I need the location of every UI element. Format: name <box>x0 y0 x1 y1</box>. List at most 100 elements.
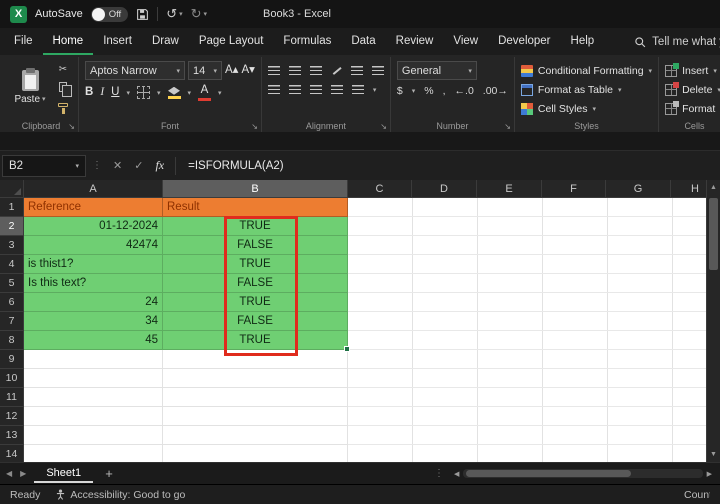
bold-button[interactable]: B <box>85 86 93 99</box>
row-header-8[interactable]: 8 <box>0 331 24 350</box>
alignment-dialog-launcher-icon[interactable]: ↘ <box>380 122 387 131</box>
cell-A3[interactable]: 42474 <box>24 236 163 255</box>
format-as-table-button[interactable]: Format as Table ▾ <box>520 80 652 99</box>
name-box[interactable]: B2 ▾ <box>2 154 86 177</box>
font-size-select[interactable]: 14 ▾ <box>188 61 222 80</box>
cell[interactable] <box>163 369 348 388</box>
format-cells-button[interactable]: Format ▾ <box>665 99 720 118</box>
clipboard-dialog-launcher-icon[interactable]: ↘ <box>68 122 75 131</box>
empty-cells[interactable] <box>348 312 720 331</box>
formula-bar-handle-icon[interactable]: ⋮ <box>88 160 106 171</box>
empty-cells[interactable] <box>348 331 720 350</box>
tab-file[interactable]: File <box>4 28 43 55</box>
cell[interactable] <box>163 388 348 407</box>
merge-center-icon[interactable] <box>351 85 364 94</box>
h-scroll-thumb[interactable] <box>466 470 632 477</box>
decrease-font-button[interactable]: A▾ <box>241 64 254 77</box>
sheet-tab-sheet1[interactable]: Sheet1 <box>34 464 94 483</box>
cell[interactable] <box>24 445 163 462</box>
cell-A7[interactable]: 34 <box>24 312 163 331</box>
cell-A4[interactable]: is thist1? <box>24 255 163 274</box>
cell-A8[interactable]: 45 <box>24 331 163 350</box>
wrap-text-icon[interactable] <box>330 85 343 94</box>
cell[interactable] <box>24 369 163 388</box>
column-header-a[interactable]: A <box>24 180 163 198</box>
conditional-formatting-button[interactable]: Conditional Formatting ▾ <box>520 61 652 80</box>
row-header-1[interactable]: 1 <box>0 198 24 217</box>
tab-formulas[interactable]: Formulas <box>273 28 341 55</box>
borders-icon[interactable] <box>136 86 150 100</box>
v-scroll-down-button[interactable]: ▼ <box>707 447 720 462</box>
tab-page-layout[interactable]: Page Layout <box>189 28 274 55</box>
number-format-select[interactable]: General ▾ <box>396 61 477 80</box>
column-header-e[interactable]: E <box>477 180 542 198</box>
row-header-4[interactable]: 4 <box>0 255 24 274</box>
column-header-b[interactable]: B <box>163 180 348 198</box>
column-header-g[interactable]: G <box>606 180 671 198</box>
cell-A2[interactable]: 01-12-2024 <box>24 217 163 236</box>
tab-insert[interactable]: Insert <box>93 28 142 55</box>
empty-cells[interactable] <box>348 198 720 217</box>
cell-A6[interactable]: 24 <box>24 293 163 312</box>
sheet-nav-right-button[interactable]: ▶ <box>20 469 26 478</box>
add-sheet-button[interactable]: + <box>101 466 117 481</box>
autosave-toggle[interactable]: Off <box>90 6 129 22</box>
column-header-d[interactable]: D <box>412 180 477 198</box>
insert-cells-button[interactable]: Insert ▾ <box>665 61 720 80</box>
accounting-format-button[interactable]: $ <box>397 85 403 97</box>
h-scroll-right-button[interactable]: ▶ <box>705 470 714 478</box>
format-painter-button[interactable] <box>54 97 72 114</box>
formula-input[interactable]: =ISFORMULA(A2) <box>182 160 720 172</box>
empty-cells[interactable] <box>348 236 720 255</box>
row-header-6[interactable]: 6 <box>0 293 24 312</box>
sheet-nav-left-button[interactable]: ◀ <box>6 469 12 478</box>
font-dialog-launcher-icon[interactable]: ↘ <box>251 122 258 131</box>
row-header-5[interactable]: 5 <box>0 274 24 293</box>
cell[interactable] <box>163 445 348 462</box>
empty-cells[interactable] <box>348 445 720 462</box>
cell-A1[interactable]: Reference <box>24 198 163 217</box>
empty-cells[interactable] <box>348 274 720 293</box>
tab-developer[interactable]: Developer <box>488 28 560 55</box>
redo-button[interactable]: ↻ ▾ <box>191 6 207 22</box>
empty-cells[interactable] <box>348 426 720 445</box>
tell-me-search[interactable]: Tell me what you want to do <box>634 28 720 55</box>
undo-button[interactable]: ↺ ▾ <box>166 6 182 22</box>
row-header-14[interactable]: 14 <box>0 445 24 462</box>
cell-B2[interactable]: TRUE <box>163 217 348 236</box>
empty-cells[interactable] <box>348 350 720 369</box>
cancel-button[interactable]: ✕ <box>108 159 127 172</box>
orientation-icon[interactable] <box>331 65 342 76</box>
insert-function-button[interactable]: fx <box>150 158 169 173</box>
comma-style-button[interactable]: , <box>443 85 446 97</box>
cell-B6[interactable]: TRUE <box>163 293 348 312</box>
row-header-7[interactable]: 7 <box>0 312 24 331</box>
underline-button[interactable]: U <box>111 86 119 99</box>
column-header-f[interactable]: F <box>542 180 606 198</box>
cell[interactable] <box>24 426 163 445</box>
decrease-indent-icon[interactable] <box>350 66 363 75</box>
cell[interactable] <box>24 350 163 369</box>
tab-help[interactable]: Help <box>561 28 605 55</box>
italic-button[interactable]: I <box>100 86 104 99</box>
empty-cells[interactable] <box>348 407 720 426</box>
copy-button[interactable] <box>54 79 72 97</box>
decrease-decimal-button[interactable]: .00→ <box>483 85 508 97</box>
row-header-3[interactable]: 3 <box>0 236 24 255</box>
v-scroll-up-button[interactable]: ▲ <box>707 180 720 195</box>
font-name-select[interactable]: Aptos Narrow ▾ <box>85 61 185 80</box>
accessibility-status[interactable]: Accessibility: Good to go <box>56 489 185 501</box>
tab-review[interactable]: Review <box>386 28 444 55</box>
tab-view[interactable]: View <box>443 28 488 55</box>
align-top-icon[interactable] <box>267 66 280 75</box>
row-header-9[interactable]: 9 <box>0 350 24 369</box>
cell-B3[interactable]: FALSE <box>163 236 348 255</box>
cell-A5[interactable]: Is this text? <box>24 274 163 293</box>
empty-cells[interactable] <box>348 369 720 388</box>
v-scroll-thumb[interactable] <box>709 198 718 270</box>
paste-button[interactable]: Paste ▾ <box>10 61 50 113</box>
cell[interactable] <box>163 407 348 426</box>
cell[interactable] <box>24 388 163 407</box>
row-header-11[interactable]: 11 <box>0 388 24 407</box>
excel-logo-icon[interactable]: X <box>10 5 27 23</box>
